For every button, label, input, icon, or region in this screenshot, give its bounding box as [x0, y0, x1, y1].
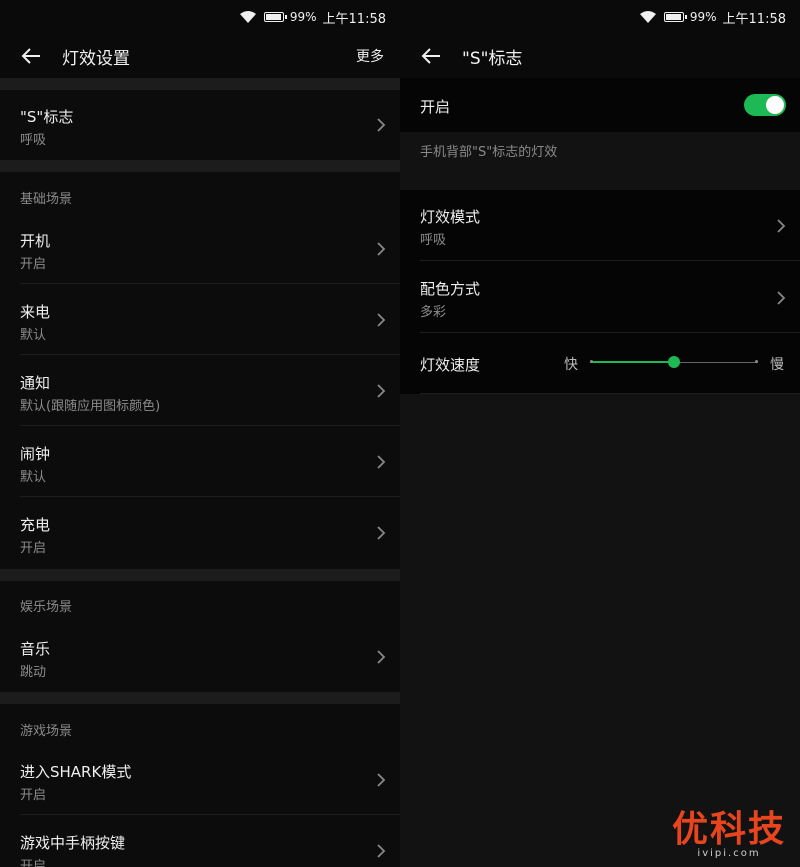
- item-label: 音乐: [20, 640, 51, 658]
- app-bar: 灯效设置 更多: [0, 34, 400, 78]
- item-label: 充电: [20, 516, 51, 534]
- section-label-game: 游戏场景: [20, 724, 73, 739]
- row-divider: [20, 496, 400, 497]
- game-item-shark-mode[interactable]: 进入SHARK模式 开启: [0, 745, 400, 815]
- chevron-right-icon: [377, 455, 386, 469]
- back-arrow-icon[interactable]: [420, 45, 442, 67]
- chevron-right-icon: [377, 313, 386, 327]
- status-bar: 99% 上午11:58: [0, 0, 400, 34]
- row-divider: [20, 814, 400, 815]
- item-label: "S"标志: [20, 108, 74, 126]
- basic-item-alarm[interactable]: 闹钟 默认: [0, 427, 400, 497]
- toggle-row: 开启: [400, 78, 800, 132]
- row-divider: [420, 332, 800, 333]
- divider: [0, 692, 400, 704]
- effect-mode-item[interactable]: 灯效模式 呼吸: [400, 190, 800, 261]
- battery-icon: [263, 12, 287, 22]
- color-mode-item[interactable]: 配色方式 多彩: [400, 262, 800, 333]
- entertainment-item-music[interactable]: 音乐 跳动: [0, 622, 400, 692]
- settings-list: 灯效模式 呼吸 配色方式 多彩 灯效速度 快 慢: [400, 190, 800, 394]
- description-text: 手机背部"S"标志的灯效: [420, 145, 558, 160]
- item-label: 通知: [20, 374, 51, 392]
- battery-percent: 99%: [689, 10, 717, 24]
- row-divider: [20, 425, 400, 426]
- row-divider: [20, 283, 400, 284]
- enable-toggle[interactable]: [744, 94, 786, 116]
- item-label: 灯效模式: [420, 208, 481, 226]
- battery-percent: 99%: [289, 10, 317, 24]
- watermark-logo: 优科技: [671, 809, 786, 850]
- section-label-basic: 基础场景: [20, 192, 73, 207]
- chevron-right-icon: [377, 650, 386, 664]
- basic-item-charging[interactable]: 充电 开启: [0, 498, 400, 568]
- chevron-right-icon: [377, 773, 386, 787]
- item-label: 来电: [20, 303, 51, 321]
- slider-start-dot: [590, 360, 593, 363]
- basic-item-notification[interactable]: 通知 默认(跟随应用图标颜色): [0, 356, 400, 426]
- chevron-right-icon: [377, 526, 386, 540]
- chevron-right-icon: [777, 219, 786, 233]
- chevron-right-icon: [377, 242, 386, 256]
- slider-thumb[interactable]: [668, 356, 680, 368]
- basic-item-power-on[interactable]: 开机 开启: [0, 214, 400, 284]
- chevron-right-icon: [377, 384, 386, 398]
- item-value: 呼吸: [20, 133, 47, 148]
- item-value: 呼吸: [420, 233, 447, 248]
- row-divider: [420, 260, 800, 261]
- battery-icon: [663, 12, 687, 22]
- item-label: 配色方式: [420, 280, 481, 298]
- item-value: 默认: [20, 328, 47, 343]
- slider-end-dot: [755, 360, 758, 363]
- speed-label: 灯效速度: [420, 356, 481, 374]
- status-bar: 99% 上午11:58: [400, 0, 800, 34]
- light-settings-screen: 99% 上午11:58 灯效设置 更多 "S"标志 呼吸 基础场景 开机 开启 …: [0, 0, 400, 867]
- row-divider: [20, 354, 400, 355]
- item-label: 开机: [20, 232, 51, 250]
- item-label: 游戏中手柄按键: [20, 834, 126, 852]
- page-title: 灯效设置: [62, 48, 130, 69]
- toggle-knob: [766, 96, 784, 114]
- divider: [0, 78, 400, 90]
- back-arrow-icon[interactable]: [20, 45, 42, 67]
- speed-row: 灯效速度 快 慢: [400, 334, 800, 394]
- item-value: 开启: [20, 257, 47, 272]
- slider-fill: [590, 361, 674, 363]
- clock: 上午11:58: [322, 11, 386, 27]
- chevron-right-icon: [777, 291, 786, 305]
- divider: [0, 569, 400, 581]
- watermark: 优科技 ivipi.com: [671, 809, 786, 860]
- clock: 上午11:58: [722, 11, 786, 27]
- speed-slow-label: 慢: [770, 357, 784, 373]
- item-value: 开启: [20, 788, 47, 803]
- item-value: 开启: [20, 859, 47, 867]
- section-label-entertainment: 娱乐场景: [20, 600, 73, 615]
- s-logo-screen: 99% 上午11:58 "S"标志 开启 手机背部"S"标志的灯效 灯效模式 呼…: [400, 0, 800, 867]
- item-label: 进入SHARK模式: [20, 763, 132, 781]
- row-divider: [420, 393, 800, 394]
- s-logo-item[interactable]: "S"标志 呼吸: [0, 90, 400, 160]
- wifi-icon: [239, 11, 256, 23]
- chevron-right-icon: [377, 844, 386, 858]
- wifi-icon: [639, 11, 656, 23]
- item-value: 多彩: [420, 305, 447, 320]
- page-title: "S"标志: [462, 48, 523, 69]
- item-value: 开启: [20, 541, 47, 556]
- item-value: 默认(跟随应用图标颜色): [20, 399, 161, 414]
- app-bar: "S"标志: [400, 34, 800, 78]
- game-item-gamepad-keys[interactable]: 游戏中手柄按键 开启: [0, 816, 400, 867]
- more-button[interactable]: 更多: [356, 46, 384, 66]
- item-value: 默认: [20, 470, 47, 485]
- speed-fast-label: 快: [564, 357, 578, 373]
- chevron-right-icon: [377, 118, 386, 132]
- speed-slider[interactable]: [590, 356, 758, 368]
- toggle-label: 开启: [420, 98, 451, 116]
- item-value: 跳动: [20, 665, 47, 680]
- item-label: 闹钟: [20, 445, 51, 463]
- divider: [0, 160, 400, 172]
- basic-item-incoming-call[interactable]: 来电 默认: [0, 285, 400, 355]
